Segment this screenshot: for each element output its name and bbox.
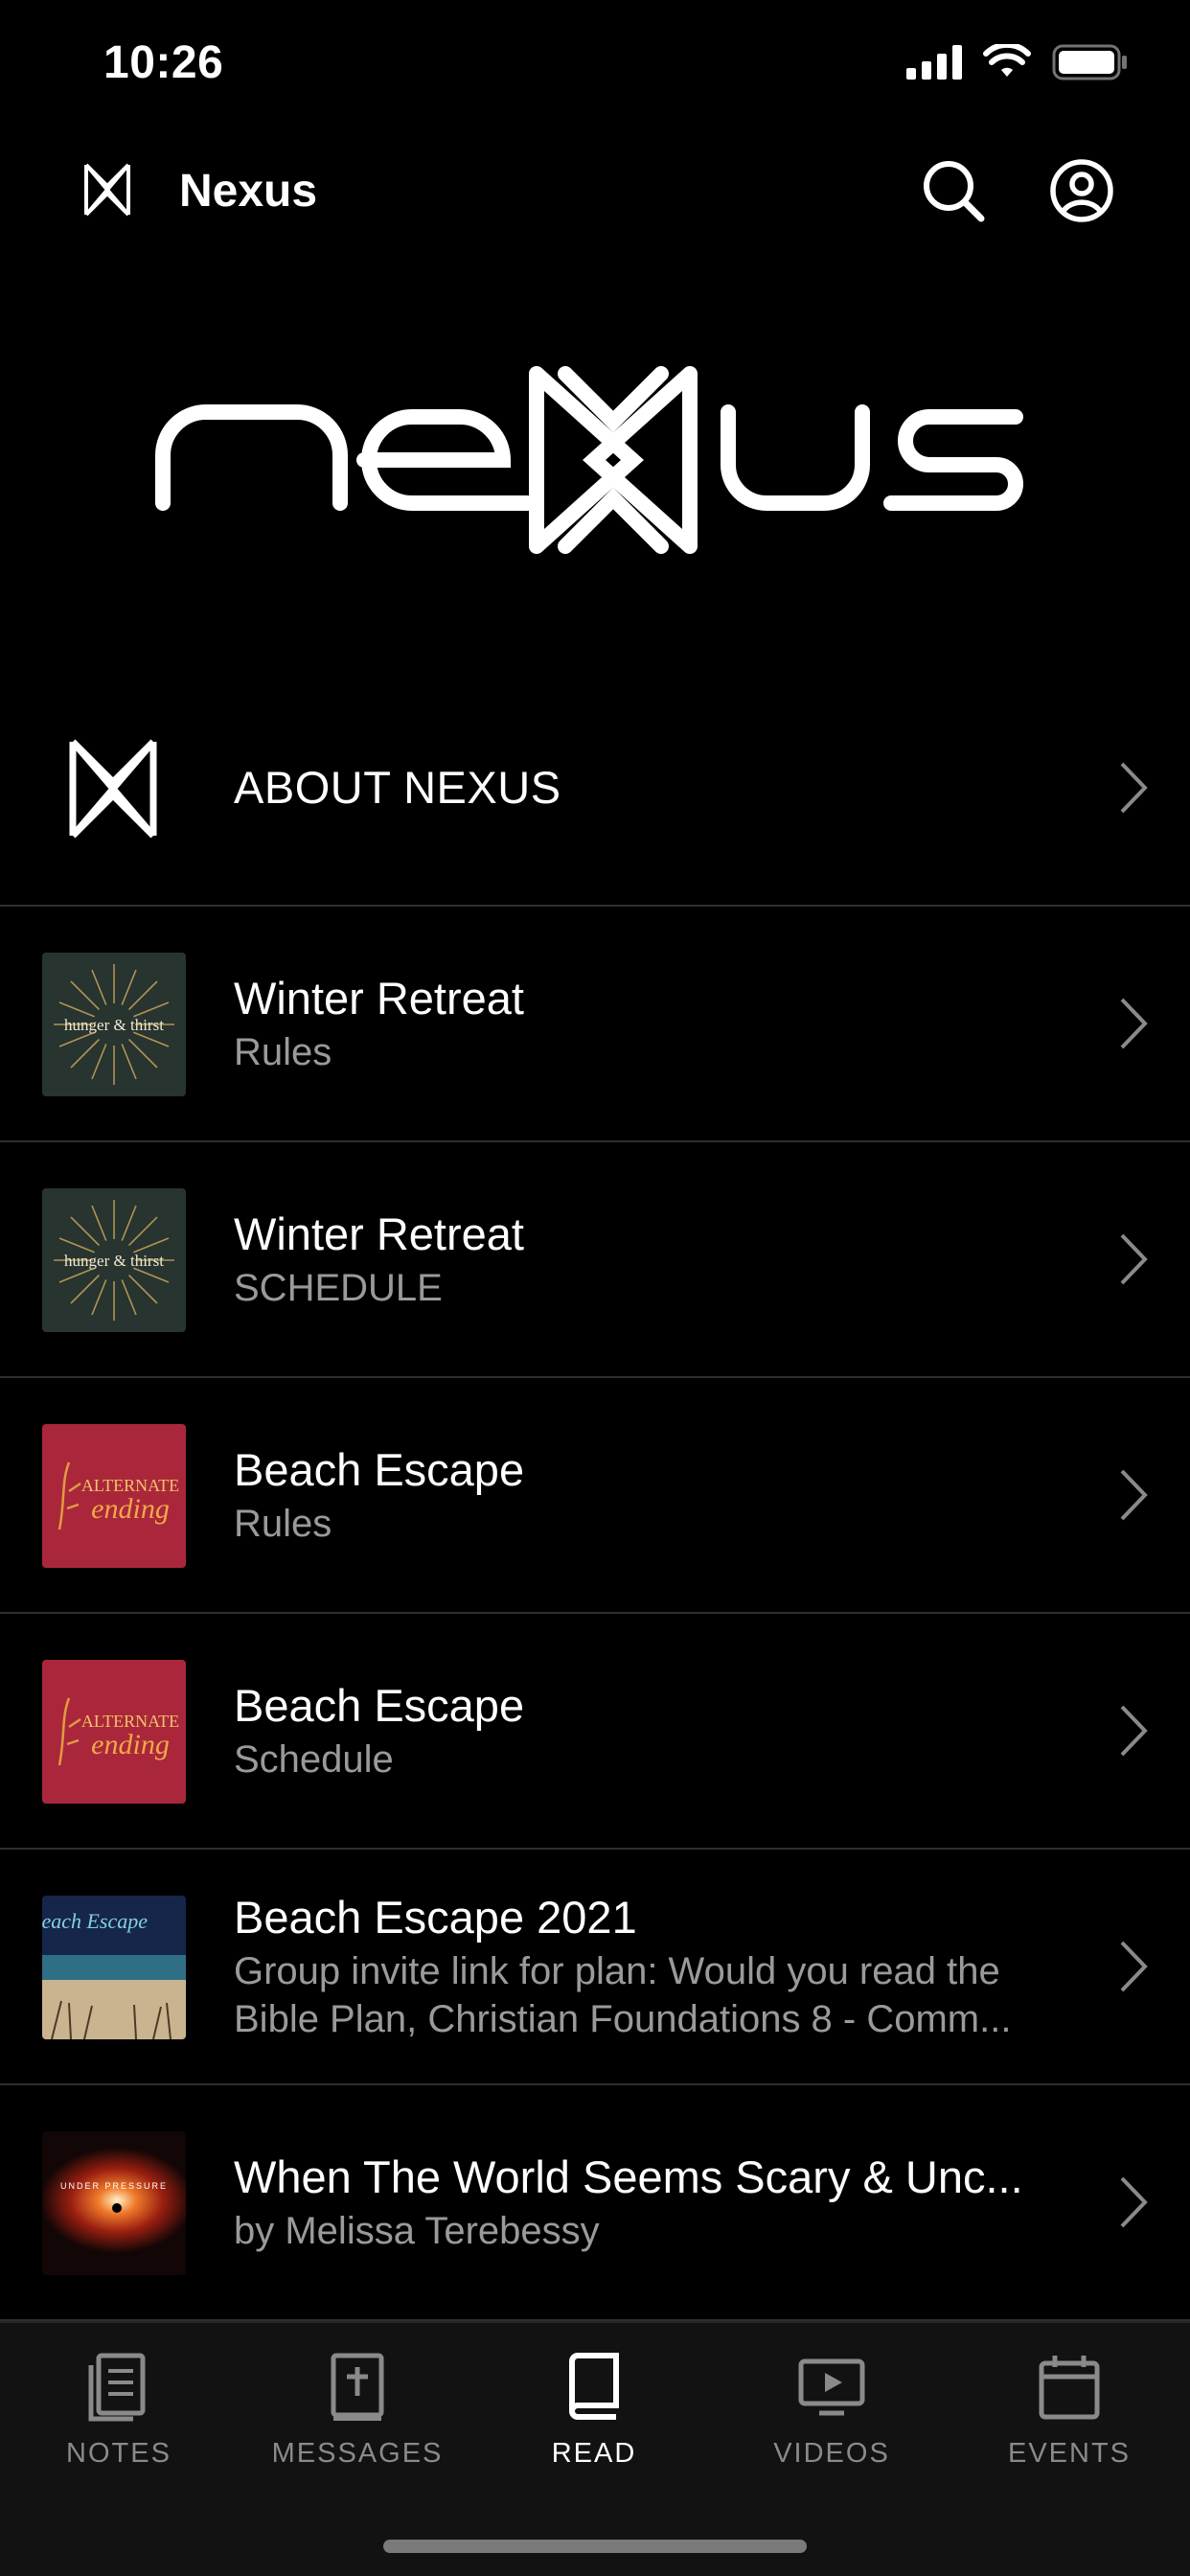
home-indicator[interactable] [383,2540,807,2553]
tab-label: READ [551,2438,637,2469]
bible-icon [331,2353,384,2421]
cellular-signal-icon [906,45,962,80]
thumbnail-text: ALTERNATE [81,1712,179,1731]
list-item-text: Winter Retreat SCHEDULE [234,1142,1075,1376]
list-item-subtitle: Group invite link for plan: Would you re… [234,1950,1012,2040]
chevron-right-icon [1120,1469,1148,1521]
list-item[interactable]: ALTERNATE ending Beach Escape Schedule [0,1614,1190,1850]
list-item-title: When The World Seems Scary & Unc... [234,2151,1023,2202]
tab-label: NOTES [66,2438,172,2469]
list-item-title: Winter Retreat [234,1208,524,1259]
list-item-subtitle: Rules [234,1031,332,1073]
thumbnail-hunger-thirst: hunger & thirst [42,1188,186,1332]
thumbnail-under-pressure: UNDER PRESSURE [42,2131,186,2275]
chevron-right-icon [1120,762,1148,814]
thumbnail-text: ALTERNATE [81,1476,179,1495]
list-item-title: Beach Escape 2021 [234,1892,637,1943]
list-item-title: Winter Retreat [234,973,524,1024]
list-item[interactable]: hunger & thirst Winter Retreat Rules [0,907,1190,1142]
chevron-right-icon [1120,1233,1148,1285]
profile-icon[interactable] [1048,157,1115,224]
status-time: 10:26 [103,37,224,88]
wifi-icon [983,44,1031,77]
thumbnail-text: Beach Escape [42,1909,148,1933]
list-item-title: ABOUT NEXUS [234,762,561,813]
list-item-text: When The World Seems Scary & Unc... by M… [234,2085,1075,2319]
search-icon[interactable] [920,157,987,224]
tab-notes[interactable]: NOTES [23,2352,215,2496]
list-item-subtitle: by Melissa Terebessy [234,2210,600,2252]
app-title: Nexus [179,166,318,217]
list-item-title: Beach Escape [234,1444,525,1495]
nexus-logo-icon [69,739,157,839]
chevron-right-icon [1120,1705,1148,1757]
list-item-title: Beach Escape [234,1680,525,1731]
list-item-text: Beach Escape Rules [234,1378,1075,1612]
thumbnail-text: ending [91,1493,170,1525]
list-item-text: Winter Retreat Rules [234,907,1075,1140]
tab-label: EVENTS [1007,2438,1132,2469]
tab-label: MESSAGES [271,2438,444,2469]
list-item-text: Beach Escape 2021 Group invite link for … [234,1850,1075,2083]
content-list: ABOUT NEXUS hunger & thirst Winter Retre… [0,671,1190,2321]
list-item-about[interactable]: ABOUT NEXUS [0,671,1190,907]
list-item[interactable]: UNDER PRESSURE When The World Seems Scar… [0,2085,1190,2321]
thumbnail-alternate-ending: ALTERNATE ending [42,1660,186,1804]
tab-messages[interactable]: MESSAGES [262,2352,453,2496]
thumbnail-alternate-ending: ALTERNATE ending [42,1424,186,1568]
app-header: Nexus [0,144,1190,236]
list-item[interactable]: Beach Escape Beach Escape 2021 Group inv… [0,1850,1190,2085]
thumbnail-text: hunger & thirst [64,1252,164,1270]
thumbnail-text: hunger & thirst [64,1016,164,1034]
list-item[interactable]: ALTERNATE ending Beach Escape Rules [0,1378,1190,1614]
chevron-right-icon [1120,998,1148,1049]
tab-read[interactable]: READ [498,2352,690,2496]
book-icon [568,2353,619,2420]
tab-bar: NOTES MESSAGES READ VIDEOS EVENTS [0,2321,1190,2576]
calendar-icon [1039,2356,1100,2420]
thumbnail-text: ending [91,1729,170,1760]
list-item-subtitle: Rules [234,1503,332,1545]
list-item-text: ABOUT NEXUS [234,671,1075,905]
tab-videos[interactable]: VIDEOS [736,2352,927,2496]
list-item-subtitle: Schedule [234,1738,394,1781]
list-item[interactable]: hunger & thirst Winter Retreat SCHEDULE [0,1142,1190,1378]
status-icons [906,44,1129,80]
chevron-right-icon [1120,1941,1148,1992]
list-item-subtitle: SCHEDULE [234,1267,443,1309]
list-item-text: Beach Escape Schedule [234,1614,1075,1848]
nexus-logo-icon[interactable] [82,163,132,217]
thumbnail-hunger-thirst: hunger & thirst [42,953,186,1096]
status-bar: 10:26 [0,0,1190,134]
thumbnail-beach-escape: Beach Escape [42,1896,186,2039]
chevron-right-icon [1120,2176,1148,2228]
video-icon [798,2358,865,2416]
battery-icon [1052,44,1127,80]
nexus-wordmark-logo [155,366,1023,554]
tab-events[interactable]: EVENTS [973,2352,1165,2496]
notes-icon [88,2353,146,2422]
thumbnail-text: UNDER PRESSURE [60,2181,168,2191]
tab-label: VIDEOS [773,2438,890,2469]
